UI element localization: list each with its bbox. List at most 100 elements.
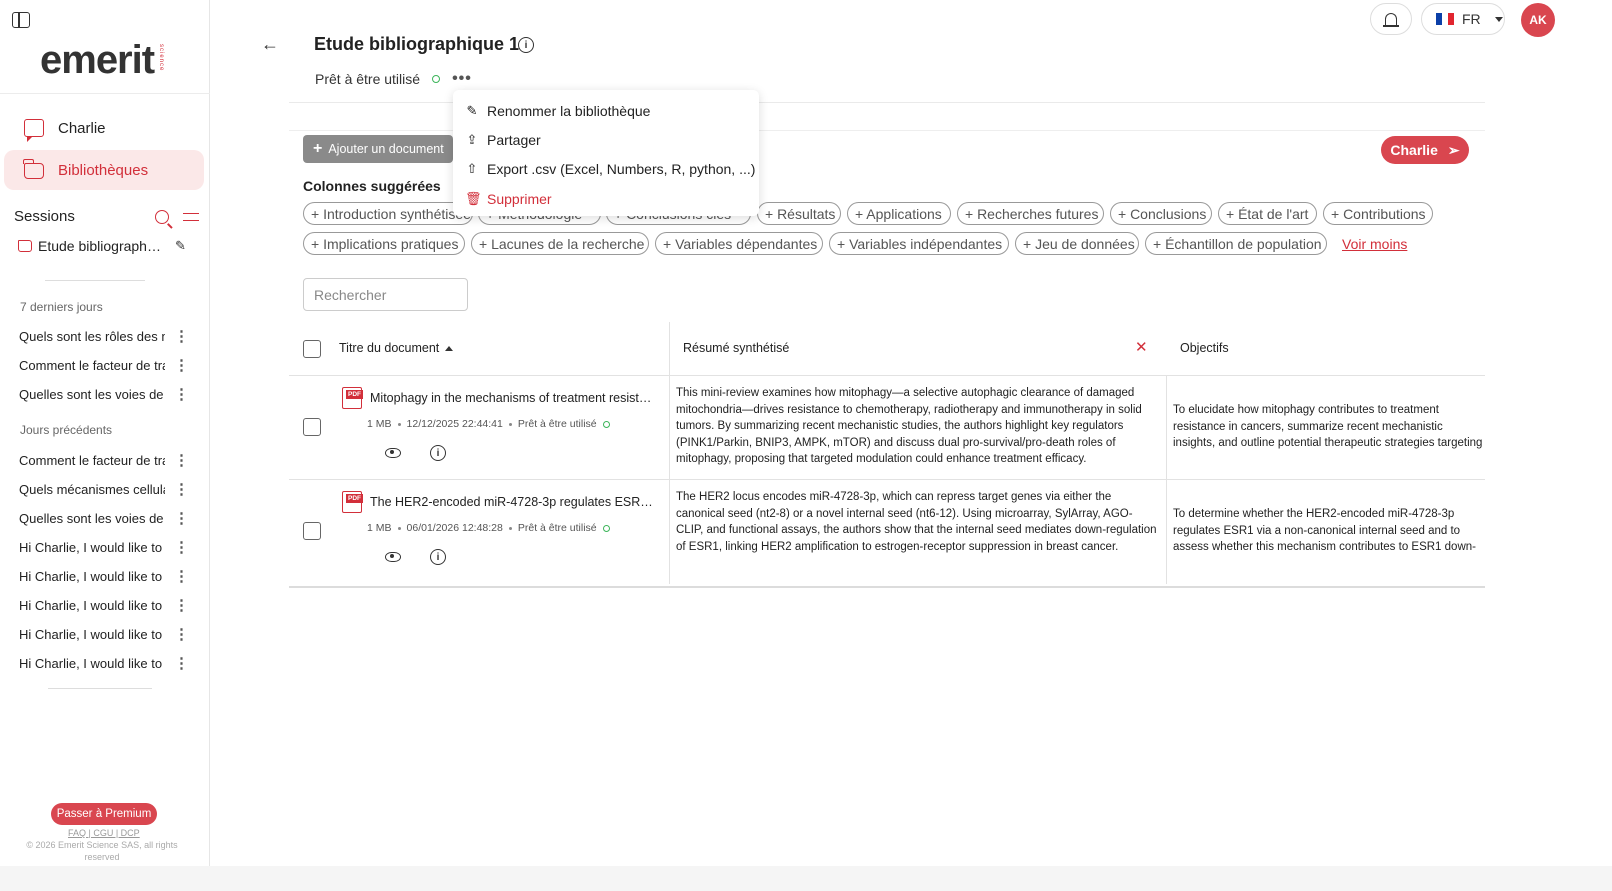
legal-links[interactable]: FAQ | CGU | DCP — [68, 828, 140, 838]
flag-icon — [1436, 13, 1454, 25]
status-dot-icon — [602, 524, 610, 532]
add-document-button[interactable]: + Ajouter un document — [303, 135, 453, 163]
suggested-chip[interactable]: + Implications pratiques — [303, 232, 465, 255]
nav-item-charlie[interactable]: Charlie — [4, 108, 204, 148]
info-icon[interactable]: i — [518, 37, 534, 53]
trash-icon: 🗑 — [465, 191, 482, 206]
eye-icon[interactable] — [385, 448, 401, 458]
history-item[interactable]: Comment le facteur de trai ⋮ — [19, 453, 189, 468]
info-icon[interactable]: i — [430, 549, 446, 565]
history-item[interactable]: Hi Charlie, I would like to k ⋮ — [19, 540, 189, 555]
library-options-menu: ✎ Renommer la bibliothèque ⇪ Partager ⇧ … — [453, 90, 759, 216]
document-meta: 1 MB 06/01/2026 12:48:28 Prêt à être uti… — [367, 522, 610, 534]
suggested-chip[interactable]: + Applications — [847, 202, 951, 225]
divider — [48, 688, 152, 689]
kebab-icon[interactable]: ⋮ — [174, 453, 189, 468]
suggested-chip[interactable]: + Variables indépendantes — [829, 232, 1009, 255]
column-header-summary[interactable]: Résumé synthétisé — [683, 341, 789, 355]
search-input[interactable] — [303, 278, 468, 311]
page-title: Etude bibliographique 1 — [314, 34, 520, 54]
kebab-icon[interactable]: ⋮ — [174, 569, 189, 584]
row-checkbox[interactable] — [303, 418, 321, 436]
suggested-chip[interactable]: + Lacunes de la recherche — [471, 232, 649, 255]
charlie-label: Charlie — [1390, 142, 1438, 158]
summary-cell: The HER2 locus encodes miR-4728-3p, whic… — [676, 491, 1157, 553]
kebab-icon[interactable]: ⋮ — [174, 656, 189, 671]
history-item[interactable]: Quelles sont les voies de s ⋮ — [19, 511, 189, 526]
divider — [0, 93, 210, 94]
edit-icon[interactable]: ✎ — [175, 238, 186, 254]
menu-item-delete[interactable]: 🗑 Supprimer — [465, 191, 552, 207]
kebab-icon[interactable]: ⋮ — [174, 598, 189, 613]
sort-ascending-icon[interactable] — [445, 345, 454, 351]
status-label: Prêt à être utilisé — [315, 71, 421, 87]
bottom-bar — [0, 866, 1612, 891]
notifications-button[interactable] — [1370, 3, 1412, 35]
kebab-icon[interactable]: ⋮ — [174, 329, 189, 344]
nav-item-bibliotheques[interactable]: Bibliothèques — [4, 150, 204, 190]
info-icon[interactable]: i — [430, 445, 446, 461]
current-session-label: Etude bibliographique 1 — [38, 238, 163, 254]
group-label: 7 derniers jours — [20, 300, 103, 314]
document-title[interactable]: Mitophagy in the mechanisms of treatment… — [370, 391, 658, 405]
copyright: © 2026 Emerit Science SAS, all rights re… — [26, 840, 178, 862]
menu-item-export-csv[interactable]: ⇧ Export .csv (Excel, Numbers, R, python… — [465, 161, 756, 177]
suggested-chip[interactable]: + État de l'art — [1218, 202, 1317, 225]
premium-button[interactable]: Passer à Premium — [51, 803, 157, 825]
summary-cell: This mini-review examines how mitophagy—… — [676, 387, 1142, 466]
suggested-chip[interactable]: + Contributions — [1323, 202, 1433, 225]
history-item[interactable]: Hi Charlie, I would like to k ⋮ — [19, 656, 189, 671]
column-header-objectives[interactable]: Objectifs — [1180, 341, 1229, 355]
history-item[interactable]: Quels sont les rôles des mi ⋮ — [19, 329, 189, 344]
kebab-icon[interactable]: ⋮ — [174, 482, 189, 497]
history-item[interactable]: Hi Charlie, I would like to k ⋮ — [19, 598, 189, 613]
pencil-icon: ✎ — [466, 103, 478, 118]
menu-item-rename[interactable]: ✎ Renommer la bibliothèque — [465, 103, 651, 119]
menu-item-share[interactable]: ⇪ Partager — [465, 132, 541, 148]
filter-icon[interactable] — [183, 210, 199, 224]
send-icon: ➢ — [1447, 141, 1460, 158]
eye-icon[interactable] — [385, 552, 401, 562]
language-label: FR — [1462, 11, 1481, 27]
show-less-link[interactable]: Voir moins — [1342, 236, 1407, 252]
avatar[interactable]: AK — [1521, 3, 1555, 37]
kebab-icon[interactable]: ⋮ — [174, 387, 189, 402]
suggested-chip[interactable]: + Recherches futures — [957, 202, 1104, 225]
language-select[interactable]: FR — [1421, 3, 1505, 35]
history-item[interactable]: Hi Charlie, I would like to k ⋮ — [19, 569, 189, 584]
share-icon: ⇪ — [466, 132, 478, 147]
charlie-button[interactable]: Charlie ➢ — [1381, 136, 1469, 164]
kebab-icon[interactable]: ⋮ — [174, 627, 189, 642]
pdf-icon: PDF — [342, 387, 363, 409]
divider — [45, 280, 145, 281]
kebab-icon[interactable]: ⋮ — [174, 511, 189, 526]
history-item[interactable]: Quelles sont les voies de s ⋮ — [19, 387, 189, 402]
suggested-chip[interactable]: + Résultats — [757, 202, 841, 225]
close-icon[interactable]: ✕ — [1135, 338, 1148, 356]
plus-icon: + — [313, 140, 323, 157]
pdf-icon: PDF — [342, 491, 363, 513]
back-arrow-icon[interactable]: ← — [261, 34, 279, 55]
suggested-chip[interactable]: + Variables dépendantes — [655, 232, 823, 255]
sidebar-toggle-icon[interactable] — [12, 12, 30, 28]
group-label: Jours précédents — [20, 423, 113, 437]
kebab-icon[interactable]: ⋮ — [174, 358, 189, 373]
suggested-chip[interactable]: + Conclusions — [1110, 202, 1212, 225]
chat-icon — [24, 119, 44, 142]
select-all-checkbox[interactable] — [303, 340, 321, 358]
suggested-chip[interactable]: + Jeu de données — [1015, 232, 1139, 255]
search-icon[interactable] — [155, 209, 169, 224]
suggested-chip[interactable]: + Introduction synthétisée — [303, 202, 473, 225]
history-item[interactable]: Quels mécanismes cellulai ⋮ — [19, 482, 189, 497]
more-icon[interactable]: ••• — [452, 70, 472, 88]
history-item[interactable]: Comment le facteur de trai ⋮ — [19, 358, 189, 373]
document-title[interactable]: The HER2-encoded miR-4728-3p regulates E… — [370, 495, 658, 509]
kebab-icon[interactable]: ⋮ — [174, 540, 189, 555]
history-item[interactable]: Hi Charlie, I would like to k ⋮ — [19, 627, 189, 642]
sidebar: emerit science Charlie Bibliothèques Ses… — [0, 0, 210, 891]
column-header-title[interactable]: Titre du document — [339, 341, 454, 355]
suggested-chip[interactable]: + Échantillon de population — [1145, 232, 1327, 255]
current-session[interactable]: Etude bibliographique 1 ✎ — [18, 238, 198, 254]
row-checkbox[interactable] — [303, 522, 321, 540]
bell-icon — [1383, 12, 1399, 27]
